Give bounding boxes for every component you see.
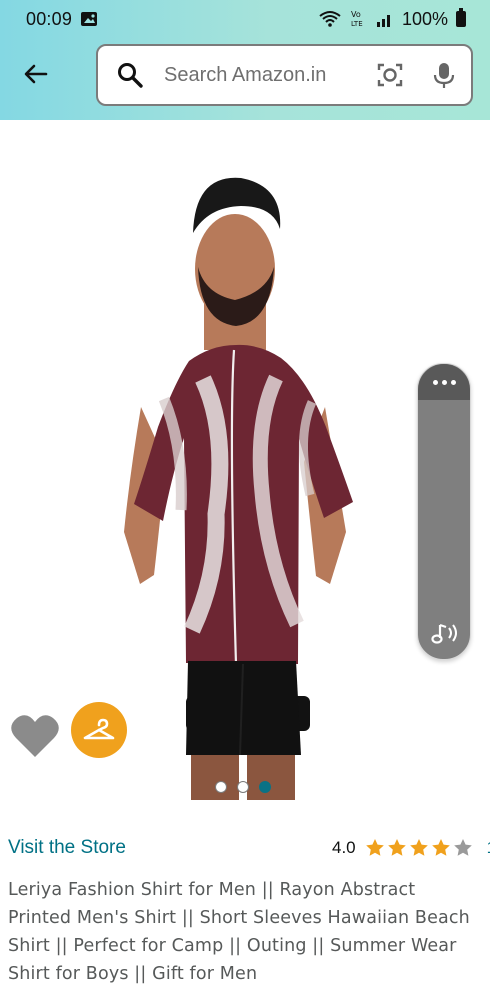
carousel-dot-active[interactable] — [259, 781, 271, 793]
audio-icon[interactable] — [429, 619, 461, 647]
carousel-dot[interactable] — [215, 781, 227, 793]
visit-store-link[interactable]: Visit the Store — [8, 837, 126, 859]
wifi-icon — [319, 11, 341, 27]
status-left: 00:09 — [26, 9, 98, 30]
product-image[interactable] — [100, 172, 370, 802]
battery-percentage: 100% — [401, 8, 448, 29]
status-time: 00:09 — [26, 8, 73, 29]
status-bar: 00:09 Vo LTE 100% — [0, 0, 490, 38]
star-icon — [387, 839, 406, 856]
rating-count[interactable]: 1 — [487, 838, 490, 858]
svg-text:LTE: LTE — [351, 20, 363, 28]
back-arrow-icon — [24, 64, 48, 84]
heart-icon — [11, 715, 59, 757]
battery-icon — [456, 8, 466, 27]
search-input[interactable] — [164, 63, 368, 87]
empty-star-icon — [453, 839, 472, 856]
image-carousel-indicator[interactable] — [215, 781, 271, 793]
top-header: 00:09 Vo LTE 100% — [0, 0, 490, 120]
camera-search-icon[interactable] — [376, 61, 404, 89]
wishlist-button[interactable] — [10, 713, 60, 759]
star-icon — [409, 839, 428, 856]
star-icon — [365, 839, 384, 856]
signal-icon — [376, 15, 390, 27]
rating-value: 4.0 — [332, 838, 356, 857]
product-rating[interactable]: 4.0 1 — [332, 838, 490, 858]
panel-menu-button[interactable] — [418, 364, 470, 400]
svg-text:Vo: Vo — [351, 10, 361, 19]
search-icon — [118, 63, 143, 88]
floating-audio-panel[interactable] — [417, 363, 471, 660]
search-box[interactable] — [96, 44, 473, 106]
more-dots-icon — [432, 379, 456, 385]
carousel-dot[interactable] — [237, 781, 249, 793]
mic-icon[interactable] — [432, 61, 456, 89]
volte-icon: Vo LTE — [351, 10, 363, 28]
gallery-icon — [81, 12, 98, 26]
back-button[interactable] — [18, 56, 54, 92]
status-right: Vo LTE 100% — [318, 8, 466, 30]
hanger-icon — [83, 718, 115, 740]
star-icon — [431, 839, 450, 856]
product-image-gallery[interactable] — [0, 120, 490, 800]
rating-stars — [365, 838, 473, 858]
virtual-try-on-button[interactable] — [71, 702, 127, 758]
product-title: Leriya Fashion Shirt for Men || Rayon Ab… — [8, 880, 470, 984]
